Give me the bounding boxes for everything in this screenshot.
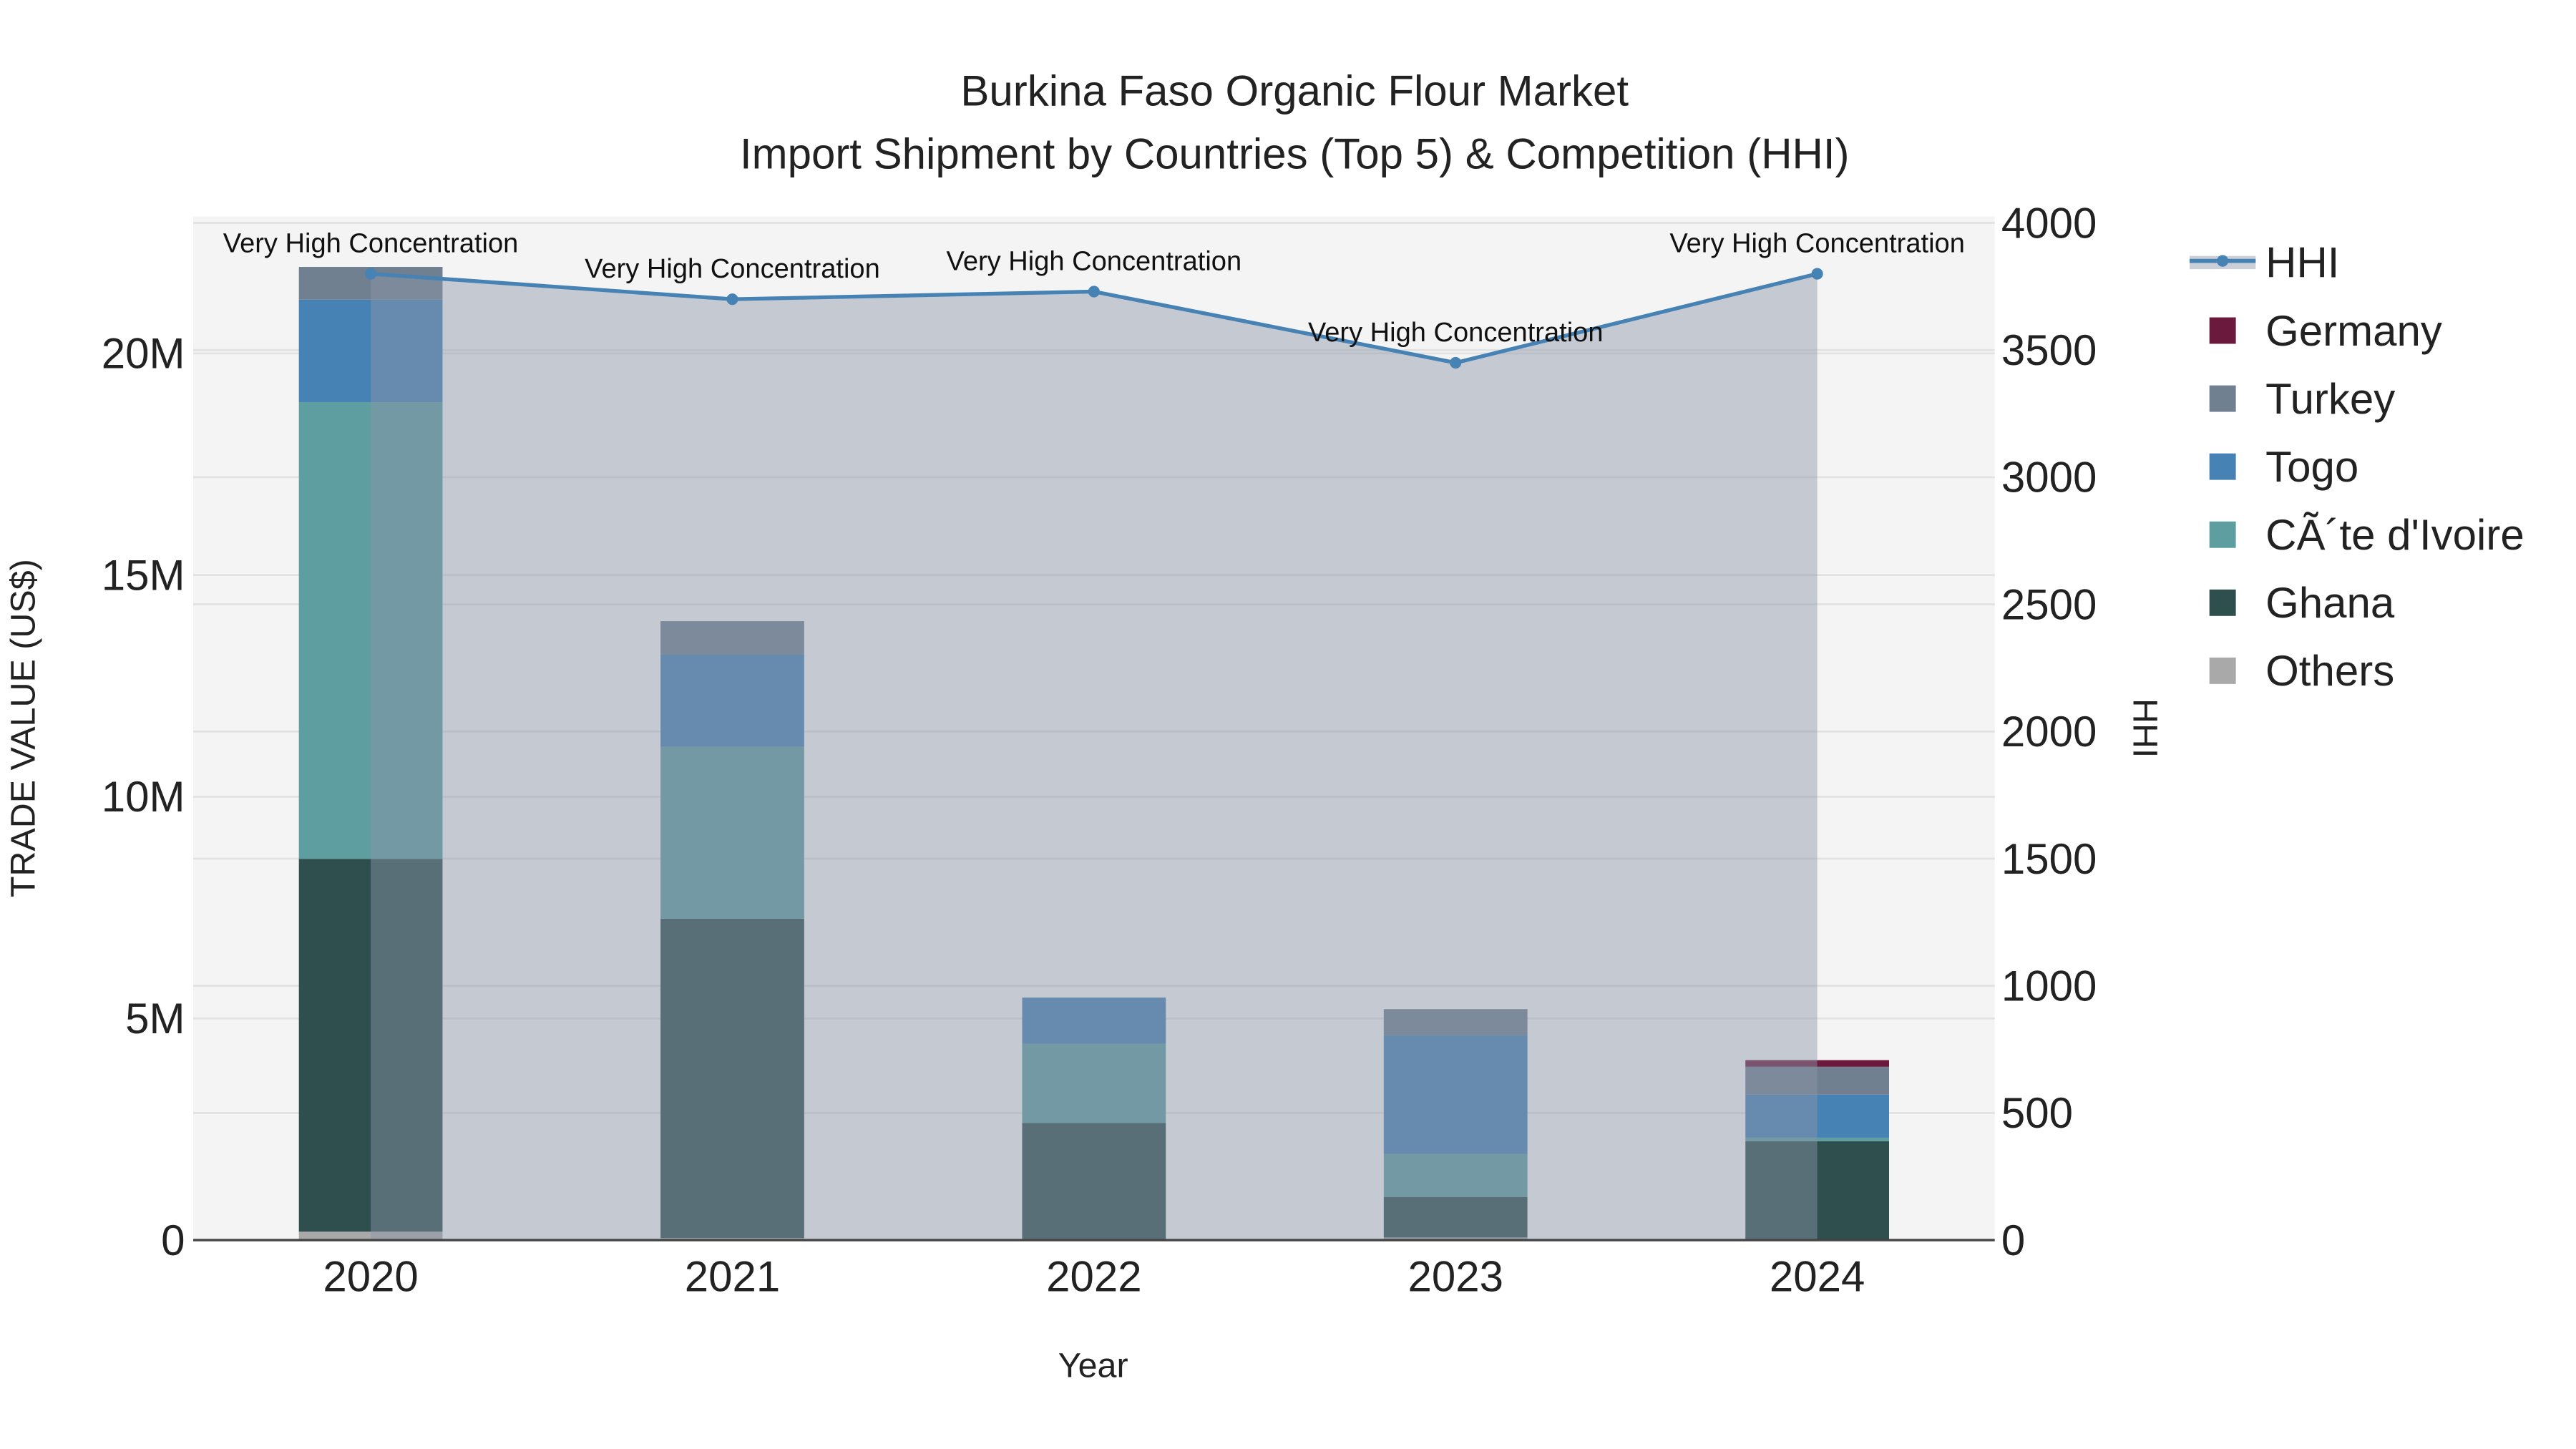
y2-tick-label: 1000 <box>2001 962 2097 1010</box>
legend-label: Others <box>2265 647 2394 695</box>
y2-tick-label: 500 <box>2001 1089 2073 1137</box>
y-tick-label: 15M <box>102 551 185 599</box>
legend-swatch <box>2209 453 2236 480</box>
chart-title-line1: Burkina Faso Organic Flour Market <box>960 67 1629 115</box>
legend-label: CÃ´te d'Ivoire <box>2265 511 2524 559</box>
y2-tick-label: 3500 <box>2001 326 2097 374</box>
x-tick-label: 2023 <box>1407 1253 1503 1301</box>
legend-label: HHI <box>2265 239 2339 287</box>
y2-tick-label: 1500 <box>2001 835 2097 883</box>
legend-label: Turkey <box>2265 375 2395 423</box>
legend-swatch <box>2209 657 2236 684</box>
hhi-annotation: Very High Concentration <box>1308 318 1604 348</box>
legend-swatch <box>2209 385 2236 412</box>
legend-swatch-marker <box>2217 255 2229 267</box>
y2-tick-label: 2000 <box>2001 708 2097 756</box>
legend-label: Ghana <box>2265 579 2395 627</box>
legend-label: Togo <box>2265 443 2358 491</box>
hhi-point-2024[interactable] <box>1811 268 1823 280</box>
legend-swatch <box>2209 521 2236 548</box>
hhi-annotation: Very High Concentration <box>947 246 1242 276</box>
y-axis-label: TRADE VALUE (US$) <box>4 559 42 897</box>
y2-axis-label: HHI <box>2126 698 2165 758</box>
legend-label: Germany <box>2265 307 2442 355</box>
hhi-point-2023[interactable] <box>1450 356 1462 369</box>
x-tick-label: 2021 <box>685 1253 780 1301</box>
y2-tick-label: 3000 <box>2001 454 2097 502</box>
y2-tick-label: 2500 <box>2001 580 2097 628</box>
x-tick-label: 2022 <box>1046 1253 1141 1301</box>
hhi-point-2021[interactable] <box>726 293 738 306</box>
legend-swatch <box>2209 317 2236 344</box>
legend-swatch <box>2209 589 2236 616</box>
chart: Very High Concentration Very High Concent… <box>0 0 2576 1449</box>
y-tick-label: 0 <box>161 1216 185 1264</box>
y-tick-label: 5M <box>125 995 185 1043</box>
hhi-annotation: Very High Concentration <box>1669 229 1965 259</box>
hhi-point-2020[interactable] <box>365 268 377 280</box>
y2-tick-label: 0 <box>2001 1216 2025 1264</box>
x-axis-label: Year <box>1058 1347 1128 1385</box>
hhi-annotation: Very High Concentration <box>223 229 519 259</box>
hhi-point-2022[interactable] <box>1088 286 1100 298</box>
y-tick-label: 20M <box>102 330 185 378</box>
hhi-annotation: Very High Concentration <box>585 254 880 284</box>
y-tick-label: 10M <box>102 773 185 821</box>
x-tick-label: 2024 <box>1770 1253 1865 1301</box>
y2-tick-label: 4000 <box>2001 199 2097 247</box>
x-tick-label: 2020 <box>323 1253 418 1301</box>
chart-title-line2: Import Shipment by Countries (Top 5) & C… <box>740 130 1850 177</box>
hhi-area <box>371 273 1818 1241</box>
